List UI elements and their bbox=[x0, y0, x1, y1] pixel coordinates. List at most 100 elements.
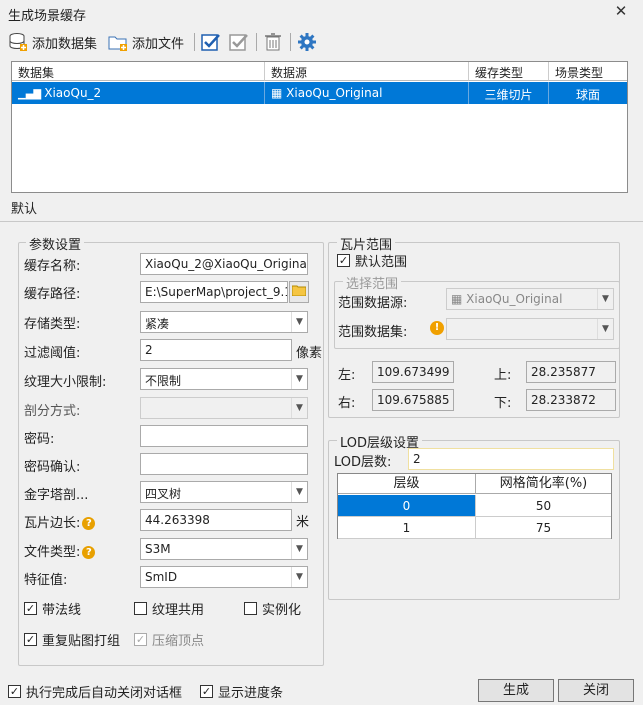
lod-cell-rate[interactable]: 50 bbox=[476, 495, 611, 517]
pyramid-label: 金字塔剖... bbox=[24, 488, 89, 503]
cache-path-input[interactable]: E:\SuperMap\project_9.1.2\ bbox=[140, 281, 288, 303]
close-button[interactable]: 关闭 bbox=[558, 679, 634, 702]
password-input[interactable] bbox=[140, 425, 308, 447]
instance-checkbox[interactable]: 实例化 bbox=[244, 599, 301, 618]
lod-cell-level[interactable]: 0 bbox=[338, 495, 476, 517]
cell-scene-type: 球面 bbox=[575, 88, 600, 102]
checkbox-checked-icon: ✓ bbox=[24, 602, 37, 615]
column-header-cache-type[interactable]: 缓存类型 bbox=[469, 62, 549, 81]
file-type-select[interactable]: S3M ▼ bbox=[140, 538, 308, 560]
normal-checkbox[interactable]: ✓ 带法线 bbox=[24, 599, 81, 618]
help-icon[interactable]: ? bbox=[82, 517, 96, 530]
window-title: 生成场景缓存 bbox=[8, 9, 87, 24]
storage-type-value: 紧凑 bbox=[145, 317, 170, 331]
toolbar-divider bbox=[290, 33, 291, 51]
select-all-icon bbox=[201, 34, 220, 51]
tab-default[interactable]: 默认 bbox=[11, 198, 37, 217]
repeat-texture-checkbox[interactable]: ✓ 重复贴图打组 bbox=[24, 630, 120, 649]
checkbox-checked-icon: ✓ bbox=[200, 685, 213, 698]
instance-label: 实例化 bbox=[262, 603, 302, 618]
range-source-label: 范围数据源: bbox=[338, 296, 408, 311]
range-dataset-label: 范围数据集: bbox=[338, 325, 408, 340]
browse-button[interactable] bbox=[289, 281, 309, 303]
datasource-icon: ▦ bbox=[451, 292, 467, 306]
select-all-button[interactable] bbox=[201, 31, 221, 53]
toolbar-divider bbox=[256, 33, 257, 51]
lod-cell-level[interactable]: 1 bbox=[338, 517, 476, 539]
tile-size-unit: 米 bbox=[296, 515, 310, 530]
default-range-checkbox[interactable]: ✓ 默认范围 bbox=[337, 251, 407, 270]
texture-limit-select[interactable]: 不限制 ▼ bbox=[140, 368, 308, 390]
lod-cell-rate[interactable]: 75 bbox=[476, 517, 611, 539]
show-progress-label: 显示进度条 bbox=[218, 686, 284, 701]
table-row[interactable]: ▁▄▇ XiaoQu_2 ▦ XiaoQu_Original 三维切片 球面 bbox=[12, 82, 627, 104]
filter-input[interactable]: 2 bbox=[140, 339, 292, 361]
checkbox-checked-icon: ✓ bbox=[24, 633, 37, 646]
datasource-name: XiaoQu_Original bbox=[286, 86, 383, 100]
generate-button[interactable]: 生成 bbox=[478, 679, 554, 702]
settings-button[interactable] bbox=[297, 31, 317, 53]
column-header-datasource[interactable]: 数据源 bbox=[265, 62, 469, 81]
show-progress-checkbox[interactable]: ✓ 显示进度条 bbox=[200, 682, 283, 701]
help-icon[interactable]: ? bbox=[82, 546, 96, 559]
chevron-down-icon: ▼ bbox=[597, 289, 613, 309]
chevron-down-icon: ▼ bbox=[291, 567, 307, 587]
left-label: 左: bbox=[338, 368, 356, 383]
model-dataset-icon: ▁▄▇ bbox=[18, 89, 45, 100]
filter-unit: 像素 bbox=[296, 346, 323, 361]
file-type-value: S3M bbox=[145, 542, 171, 556]
password-confirm-input[interactable] bbox=[140, 453, 308, 475]
database-add-icon bbox=[9, 33, 27, 51]
pyramid-select[interactable]: 四叉树 ▼ bbox=[140, 481, 308, 503]
warning-icon: ! bbox=[430, 321, 444, 335]
select-range-legend: 选择范围 bbox=[343, 273, 402, 292]
lod-header-level: 层级 bbox=[338, 474, 476, 494]
cell-datasource: ▦ XiaoQu_Original bbox=[265, 82, 469, 104]
invert-select-button[interactable] bbox=[229, 31, 249, 53]
tab-divider bbox=[0, 221, 643, 222]
dataset-grid[interactable]: 数据集 数据源 缓存类型 场景类型 ▁▄▇ XiaoQu_2 ▦ XiaoQu_… bbox=[11, 61, 628, 193]
tile-size-text: 瓦片边长: bbox=[24, 516, 81, 531]
add-dataset-button[interactable]: 添加数据集 bbox=[8, 31, 97, 53]
checkbox-checked-icon: ✓ bbox=[337, 254, 350, 267]
storage-type-select[interactable]: 紧凑 ▼ bbox=[140, 311, 308, 333]
feature-label: 特征值: bbox=[24, 573, 68, 588]
split-label: 剖分方式: bbox=[24, 404, 81, 419]
delete-button[interactable] bbox=[263, 31, 283, 53]
lod-count-input[interactable]: 2 bbox=[408, 448, 614, 470]
add-dataset-label: 添加数据集 bbox=[32, 36, 98, 52]
chevron-down-icon: ▼ bbox=[291, 482, 307, 502]
texture-share-label: 纹理共用 bbox=[152, 603, 205, 618]
texture-limit-value: 不限制 bbox=[145, 374, 182, 388]
folder-icon bbox=[291, 285, 307, 297]
checkbox-unchecked-icon bbox=[134, 602, 147, 615]
column-header-dataset[interactable]: 数据集 bbox=[12, 62, 265, 81]
texture-share-checkbox[interactable]: 纹理共用 bbox=[134, 599, 204, 618]
invert-select-icon bbox=[229, 34, 248, 51]
range-source-select: ▦ XiaoQu_Original ▼ bbox=[446, 288, 614, 310]
bottom-label: 下: bbox=[494, 396, 512, 411]
close-icon[interactable]: ✕ bbox=[612, 2, 630, 20]
params-legend: 参数设置 bbox=[26, 234, 85, 253]
tile-size-input[interactable]: 44.263398 bbox=[140, 509, 292, 531]
storage-type-label: 存储类型: bbox=[24, 317, 81, 332]
column-header-scene-type[interactable]: 场景类型 bbox=[549, 62, 627, 81]
auto-close-checkbox[interactable]: ✓ 执行完成后自动关闭对话框 bbox=[8, 682, 182, 701]
feature-select[interactable]: SmID ▼ bbox=[140, 566, 308, 588]
chevron-down-icon: ▼ bbox=[597, 319, 613, 339]
password-confirm-label: 密码确认: bbox=[24, 460, 81, 475]
bottom-value: 28.233872 bbox=[526, 389, 616, 411]
toolbar-divider bbox=[194, 33, 195, 51]
cache-path-label: 缓存路径: bbox=[24, 287, 81, 302]
range-source-value: XiaoQu_Original bbox=[466, 292, 563, 306]
filter-label: 过滤阈值: bbox=[24, 346, 81, 361]
cache-name-input[interactable]: XiaoQu_2@XiaoQu_Original bbox=[140, 253, 308, 275]
split-select: ▼ bbox=[140, 397, 308, 419]
default-range-label: 默认范围 bbox=[355, 255, 408, 270]
cell-dataset: ▁▄▇ XiaoQu_2 bbox=[12, 82, 265, 104]
gear-icon bbox=[298, 33, 316, 51]
checkbox-checked-disabled-icon: ✓ bbox=[134, 633, 147, 646]
compress-checkbox: ✓ 压缩顶点 bbox=[134, 630, 204, 649]
checkbox-checked-icon: ✓ bbox=[8, 685, 21, 698]
add-file-button[interactable]: 添加文件 bbox=[108, 31, 184, 53]
